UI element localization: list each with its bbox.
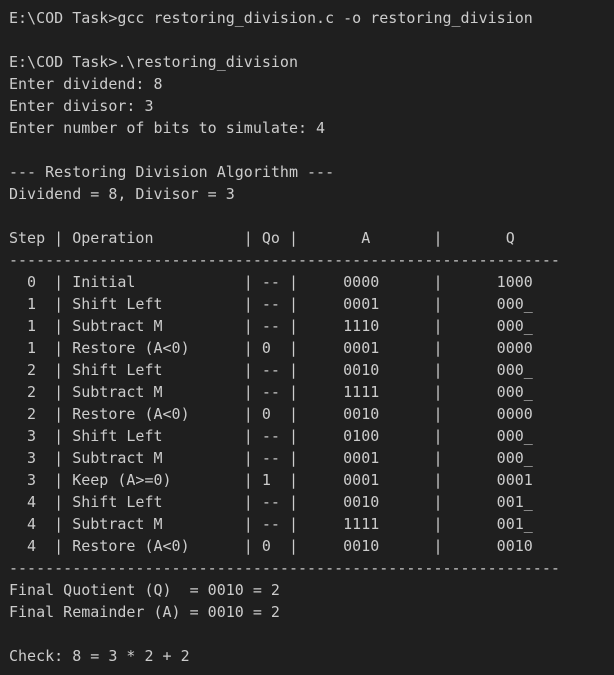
- table-row: 2 | Subtract M | -- | 1111 | 000_: [9, 383, 533, 401]
- algorithm-title: --- Restoring Division Algorithm ---: [9, 163, 335, 181]
- table-row: 1 | Shift Left | -- | 0001 | 000_: [9, 295, 533, 313]
- check-line: Check: 8 = 3 * 2 + 2: [9, 647, 190, 665]
- table-row: 2 | Shift Left | -- | 0010 | 000_: [9, 361, 533, 379]
- prompt-bits: Enter number of bits to simulate: 4: [9, 119, 326, 137]
- table-row: 1 | Subtract M | -- | 1110 | 000_: [9, 317, 533, 335]
- table-row: 4 | Subtract M | -- | 1111 | 001_: [9, 515, 533, 533]
- table-row: 4 | Shift Left | -- | 0010 | 001_: [9, 493, 533, 511]
- table-row: 3 | Subtract M | -- | 0001 | 000_: [9, 449, 533, 467]
- final-quotient: Final Quotient (Q) = 0010 = 2: [9, 581, 280, 599]
- table-divider: ----------------------------------------…: [9, 251, 560, 269]
- table-divider: ----------------------------------------…: [9, 559, 560, 577]
- final-remainder: Final Remainder (A) = 0010 = 2: [9, 603, 280, 621]
- table-row: 3 | Keep (A>=0) | 1 | 0001 | 0001: [9, 471, 533, 489]
- command-line-run: E:\COD Task>.\restoring_division: [9, 53, 298, 71]
- table-row: 1 | Restore (A<0) | 0 | 0001 | 0000: [9, 339, 533, 357]
- terminal-output[interactable]: E:\COD Task>gcc restoring_division.c -o …: [0, 0, 614, 675]
- prompt-divisor: Enter divisor: 3: [9, 97, 154, 115]
- prompt-dividend: Enter dividend: 8: [9, 75, 163, 93]
- algorithm-inputs: Dividend = 8, Divisor = 3: [9, 185, 235, 203]
- table-row: 2 | Restore (A<0) | 0 | 0010 | 0000: [9, 405, 533, 423]
- table-header: Step | Operation | Qo | A | Q: [9, 229, 515, 247]
- table-row: 4 | Restore (A<0) | 0 | 0010 | 0010: [9, 537, 533, 555]
- table-row: 3 | Shift Left | -- | 0100 | 000_: [9, 427, 533, 445]
- command-line-compile: E:\COD Task>gcc restoring_division.c -o …: [9, 9, 533, 27]
- table-row: 0 | Initial | -- | 0000 | 1000: [9, 273, 533, 291]
